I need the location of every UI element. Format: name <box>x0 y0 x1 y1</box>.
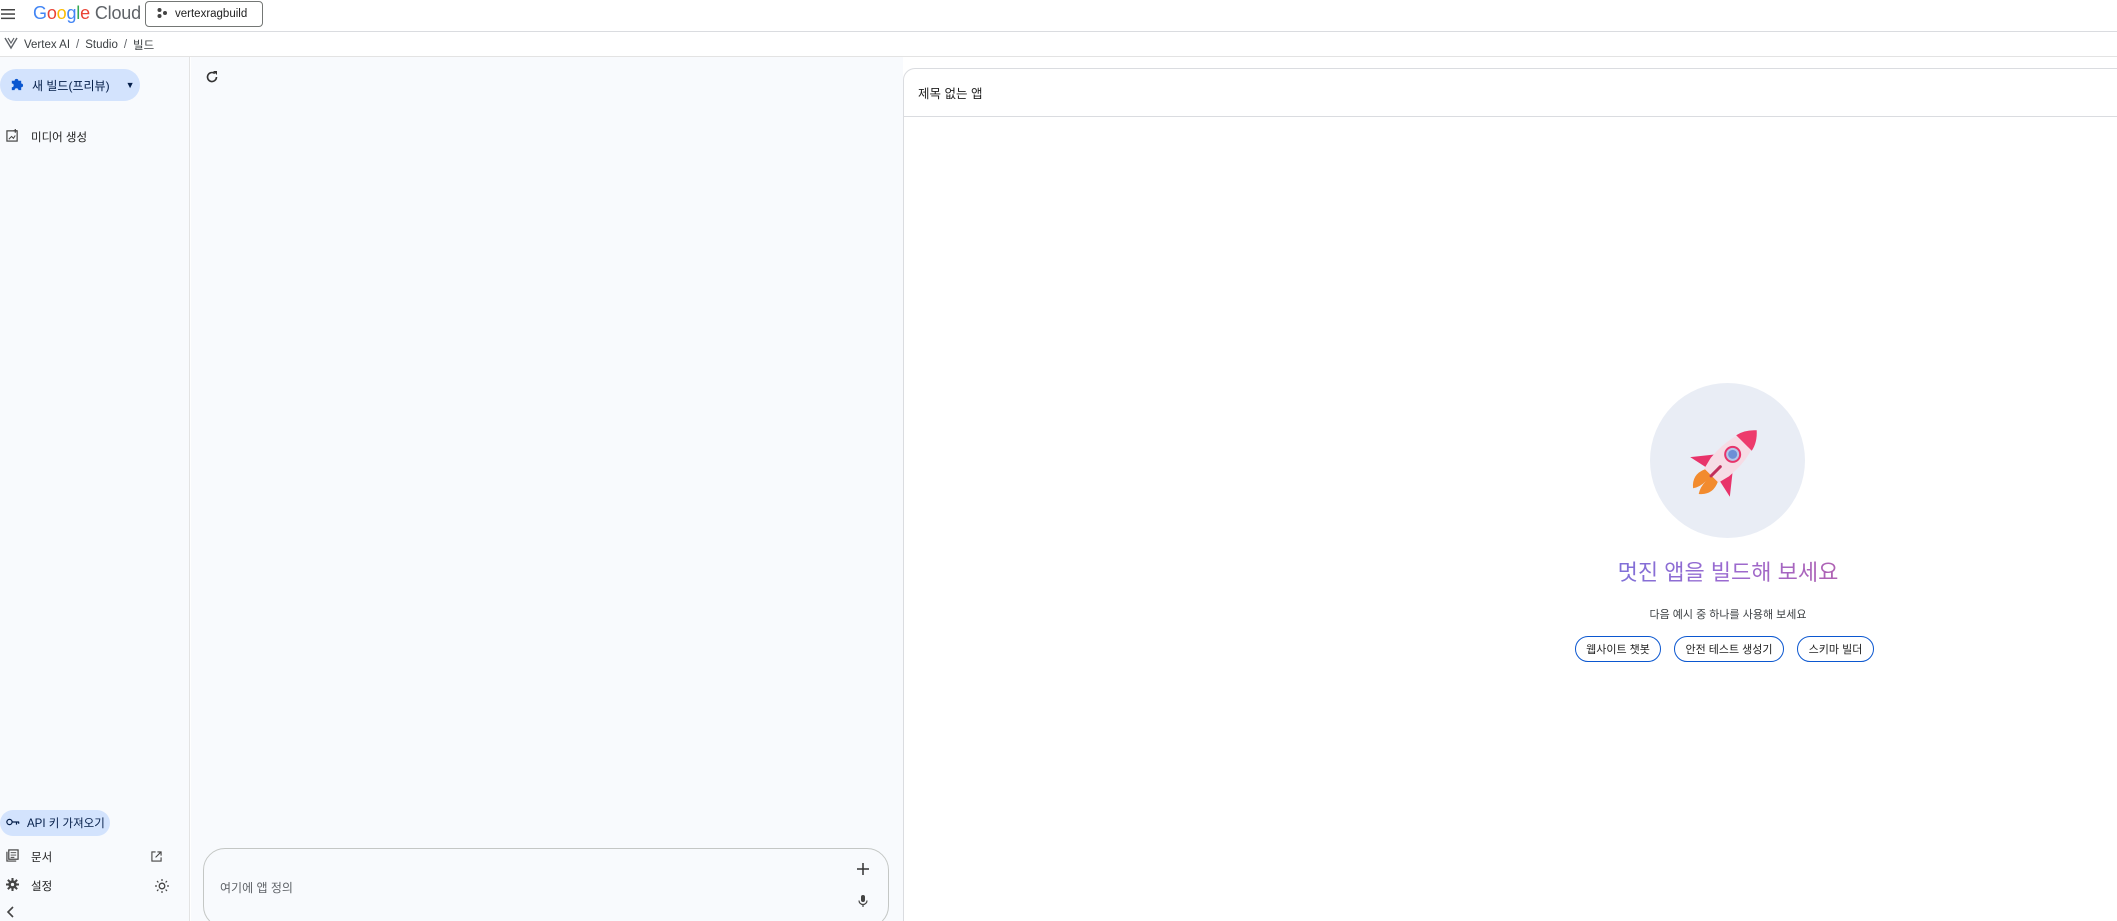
image-plus-icon <box>6 129 19 145</box>
project-picker-button[interactable]: vertexragbuild <box>145 1 263 27</box>
top-bar: Google Cloud vertexragbuild <box>0 0 2117 32</box>
breadcrumb-vertex-ai[interactable]: Vertex AI <box>24 39 70 51</box>
google-cloud-logo[interactable]: Google Cloud <box>33 3 141 25</box>
sidebar-item-label: 설정 <box>31 881 53 893</box>
sidebar-item-settings[interactable]: 설정 <box>0 872 180 900</box>
sidebar-item-label: 미디어 생성 <box>31 132 88 144</box>
new-build-label: 새 빌드(프리뷰) <box>32 78 110 93</box>
api-key-label: API 키 가져오기 <box>27 818 105 830</box>
cloud-wordmark: Cloud <box>94 3 141 23</box>
sidebar-item-media-generation[interactable]: 미디어 생성 <box>0 123 180 151</box>
breadcrumb-build: 빌드 <box>133 39 155 52</box>
rocket-icon <box>1690 430 1757 497</box>
app-preview-panel: 제목 없는 앱 멋진 앱을 빌드해 보세요 다음 예시 중 하나를 사용해 보세… <box>903 68 2117 921</box>
sidebar-item-label: 문서 <box>31 852 53 864</box>
hero-subtitle: 다음 예시 중 하나를 사용해 보세요 <box>1649 609 1807 621</box>
mic-icon[interactable] <box>857 894 871 910</box>
dropdown-caret-icon: ▼ <box>125 80 135 90</box>
docs-icon <box>6 849 19 865</box>
puzzle-icon <box>9 76 24 94</box>
prompt-composer <box>203 848 889 921</box>
open-external-icon <box>151 851 162 865</box>
sidebar-item-docs[interactable]: 문서 <box>0 843 180 871</box>
left-sidebar: 새 빌드(프리뷰) ▼ 미디어 생성 API 키 가져오기 문서 설정 <box>0 57 190 921</box>
refresh-icon[interactable] <box>205 70 223 88</box>
rocket-illustration <box>1650 383 1805 538</box>
example-chip-website-chatbot[interactable]: 웹사이트 챗봇 <box>1575 636 1661 662</box>
breadcrumb-separator: / <box>123 38 128 51</box>
key-icon <box>6 817 20 830</box>
plus-icon[interactable] <box>856 862 872 878</box>
breadcrumb-studio[interactable]: Studio <box>85 39 118 51</box>
chevron-left-icon[interactable] <box>6 906 16 921</box>
get-api-key-button[interactable]: API 키 가져오기 <box>0 810 110 836</box>
gear-icon <box>6 878 19 894</box>
example-chip-schema-builder[interactable]: 스키마 빌더 <box>1797 636 1874 662</box>
breadcrumb-separator: / <box>76 38 80 51</box>
preview-header: 제목 없는 앱 <box>904 69 2117 117</box>
sun-icon[interactable] <box>155 879 169 896</box>
project-name: vertexragbuild <box>175 8 248 20</box>
new-build-button[interactable]: 새 빌드(프리뷰) ▼ <box>0 69 140 101</box>
breadcrumb: Vertex AI / Studio / 빌드 <box>0 33 2117 57</box>
hero-title: 멋진 앱을 빌드해 보세요 <box>1404 555 2052 587</box>
menu-icon[interactable] <box>0 6 16 22</box>
vertex-icon <box>4 36 18 53</box>
project-icon <box>156 7 168 22</box>
app-title[interactable]: 제목 없는 앱 <box>918 83 982 102</box>
build-chat-panel <box>191 57 903 921</box>
prompt-input[interactable] <box>220 877 780 899</box>
example-chip-safety-test-generator[interactable]: 안전 테스트 생성기 <box>1674 636 1784 662</box>
